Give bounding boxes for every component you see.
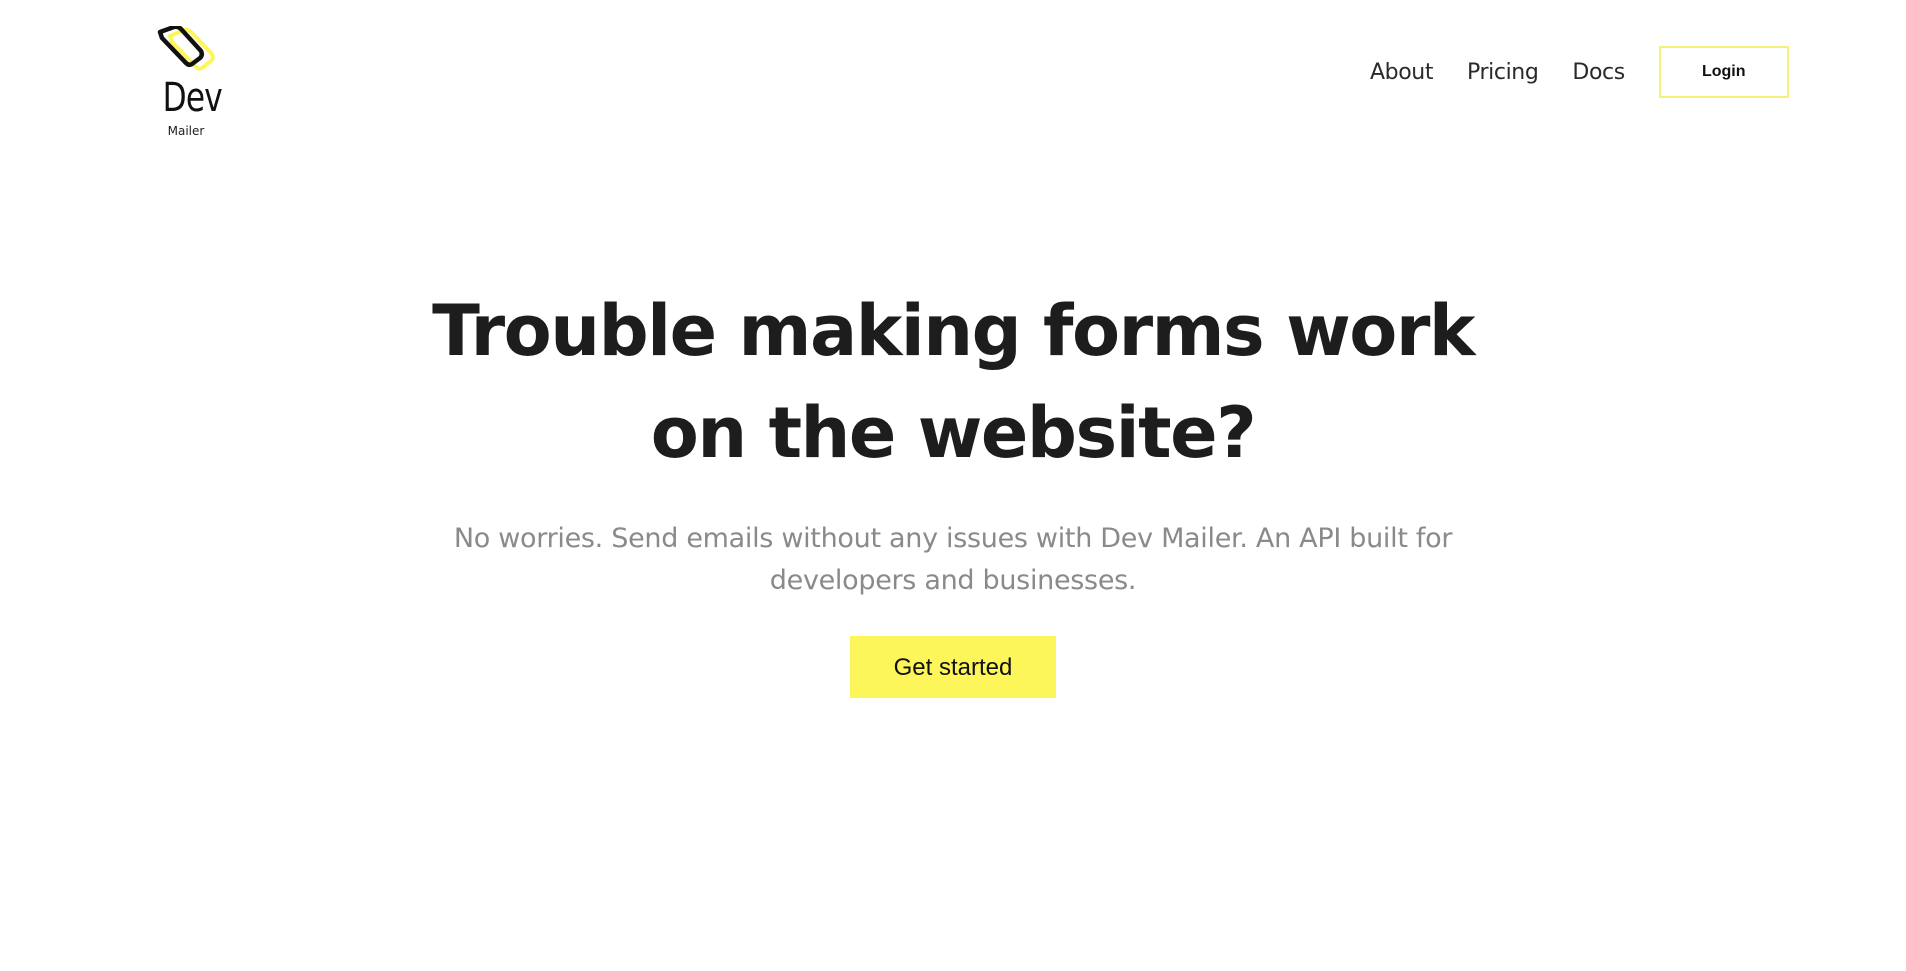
hero-subtitle: No worries. Send emails without any issu…	[453, 523, 1453, 596]
main-nav: About Pricing Docs Login	[1370, 46, 1789, 98]
brand-logo[interactable]: Dev Mailer	[156, 26, 226, 141]
logo-mark-icon	[157, 26, 215, 71]
brand-name: Dev	[162, 75, 223, 121]
login-button[interactable]: Login	[1658, 46, 1789, 98]
site-header: Dev Mailer About Pricing Docs Login	[0, 0, 1906, 150]
landing-page: Dev Mailer About Pricing Docs Login Trou…	[0, 0, 1906, 971]
nav-link-about[interactable]: About	[1370, 60, 1433, 85]
nav-link-docs[interactable]: Docs	[1572, 60, 1625, 85]
get-started-button[interactable]: Get started	[850, 636, 1056, 698]
nav-link-pricing[interactable]: Pricing	[1467, 60, 1539, 85]
hero-section: Trouble making forms work on the website…	[0, 280, 1906, 698]
hero-title: Trouble making forms work on the website…	[432, 290, 1475, 474]
brand-tagline: Mailer	[167, 124, 205, 138]
